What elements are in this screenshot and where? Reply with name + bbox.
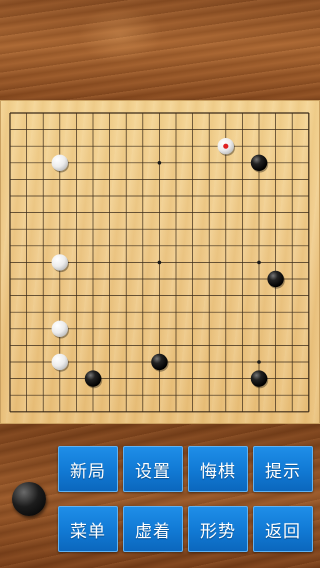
turn-indicator-black-stone: [12, 482, 46, 516]
black-stone: [250, 370, 268, 387]
black-stone: [151, 353, 168, 371]
star-point: [257, 360, 261, 364]
white-stone: [51, 353, 68, 371]
back-button[interactable]: 返回: [253, 506, 313, 552]
star-point: [157, 161, 162, 165]
last-move-marker: [223, 143, 229, 149]
star-point: [157, 260, 162, 265]
undo-button[interactable]: 悔棋: [188, 446, 248, 492]
wood-frame-top: [0, 0, 320, 100]
white-stone: [51, 320, 68, 337]
board-grid[interactable]: [0, 100, 320, 424]
black-stone: [267, 270, 284, 288]
black-stone: [250, 154, 268, 171]
menu-button[interactable]: 菜单: [58, 506, 118, 552]
evaluate-button[interactable]: 形势: [188, 506, 248, 552]
white-stone: [51, 154, 68, 171]
settings-button[interactable]: 设置: [123, 446, 183, 492]
star-point: [257, 260, 261, 265]
black-stone: [84, 370, 102, 387]
go-board[interactable]: [0, 100, 320, 424]
new-game-button[interactable]: 新局: [58, 446, 118, 492]
white-stone: [51, 254, 68, 271]
pass-button[interactable]: 虚着: [123, 506, 183, 552]
hint-button[interactable]: 提示: [253, 446, 313, 492]
